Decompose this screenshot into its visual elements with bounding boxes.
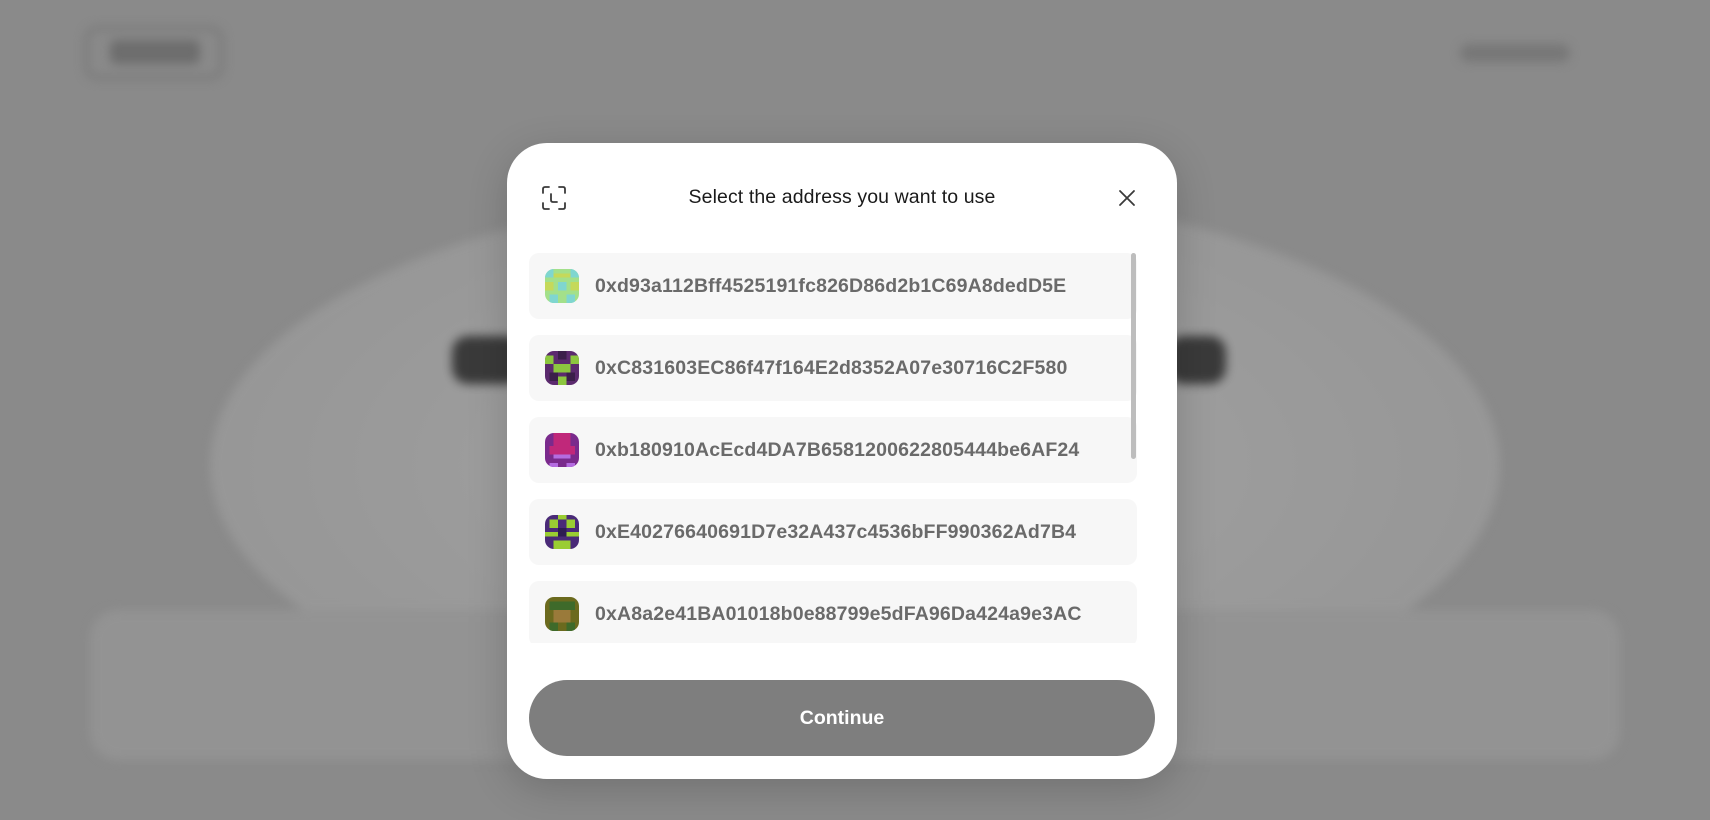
avatar <box>545 433 579 467</box>
background-logo-text <box>110 40 200 64</box>
address-text: 0xE40276640691D7e32A437c4536bFF990362Ad7… <box>595 520 1077 543</box>
address-option[interactable]: 0xC831603EC86f47f164E2d8352A07e30716C2F5… <box>529 335 1137 401</box>
avatar <box>545 269 579 303</box>
address-list-scrollbar[interactable] <box>1131 253 1137 631</box>
avatar <box>545 515 579 549</box>
address-option[interactable]: 0xd93a112Bff4525191fc826D86d2b1C69A8dedD… <box>529 253 1137 319</box>
modal-title: Select the address you want to use <box>688 186 996 208</box>
address-text: 0xC831603EC86f47f164E2d8352A07e30716C2F5… <box>595 356 1068 379</box>
address-option[interactable]: 0xE40276640691D7e32A437c4536bFF990362Ad7… <box>529 499 1137 565</box>
address-option[interactable]: 0xA8a2e41BA01018b0e88799e5dFA96Da424a9e3… <box>529 581 1137 643</box>
address-list-viewport: 0xd93a112Bff4525191fc826D86d2b1C69A8dedD… <box>529 253 1137 643</box>
modal-header: Select the address you want to use <box>507 143 1177 253</box>
avatar <box>545 597 579 631</box>
background-nav-item <box>1460 44 1570 62</box>
address-select-modal: Select the address you want to use 0xd93… <box>507 143 1177 779</box>
address-text: 0xb180910AcEcd4DA7B6581200622805444be6AF… <box>595 438 1080 461</box>
avatar <box>545 351 579 385</box>
address-text: 0xd93a112Bff4525191fc826D86d2b1C69A8dedD… <box>595 274 1067 297</box>
address-option[interactable]: 0xb180910AcEcd4DA7B6581200622805444be6AF… <box>529 417 1137 483</box>
scrollbar-thumb[interactable] <box>1131 253 1136 459</box>
close-icon[interactable] <box>1112 183 1142 213</box>
address-text: 0xA8a2e41BA01018b0e88799e5dFA96Da424a9e3… <box>595 602 1082 625</box>
continue-button[interactable]: Continue <box>529 680 1155 756</box>
